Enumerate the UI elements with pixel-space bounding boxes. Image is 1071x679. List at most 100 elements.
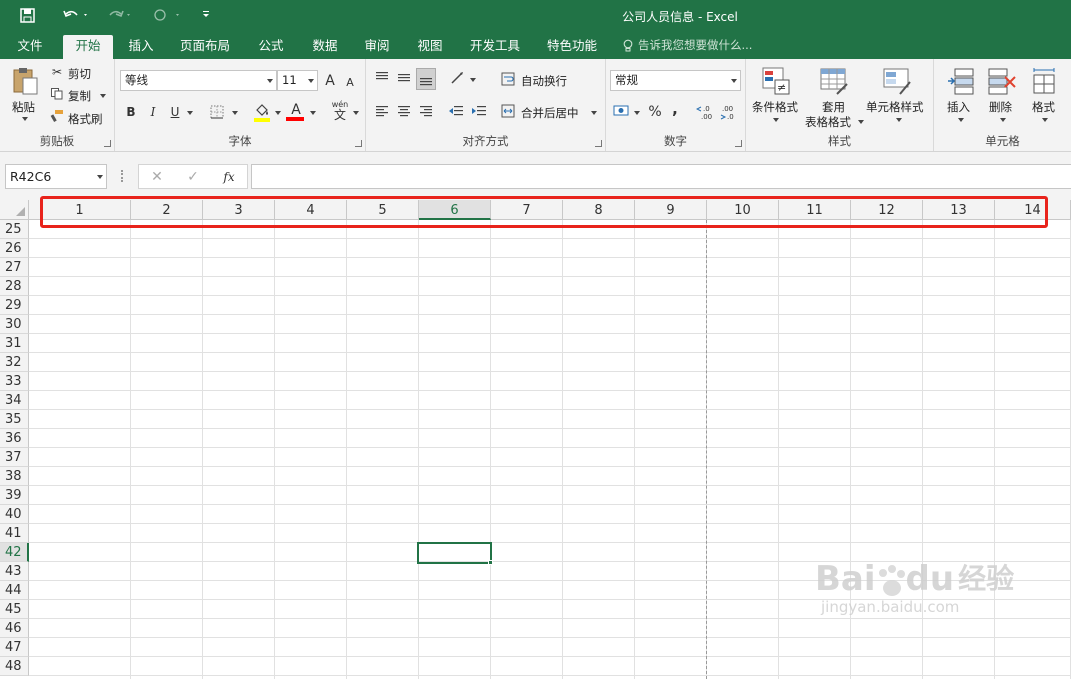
column-header-2[interactable]: 2 [131,200,203,220]
column-header-4[interactable]: 4 [275,200,347,220]
merge-dropdown-icon[interactable] [591,111,597,115]
select-all-button[interactable] [0,200,29,220]
resize-grip-icon[interactable] [121,170,123,182]
phonetic-dropdown-icon[interactable] [353,111,359,115]
tab-view[interactable]: 视图 [407,35,453,59]
format-painter-button[interactable]: 格式刷 [68,111,103,127]
align-left-icon[interactable] [373,102,391,120]
tell-me-search[interactable]: 告诉我您想要做什么... [623,37,752,53]
undo-icon[interactable] [58,5,94,25]
row-header-27[interactable]: 27 [0,258,29,277]
tab-home[interactable]: 开始 [63,35,113,59]
align-top-icon[interactable] [373,68,391,86]
column-header-3[interactable]: 3 [203,200,275,220]
touch-mode-icon[interactable] [150,5,184,25]
formula-input[interactable] [251,164,1071,189]
row-header-42[interactable]: 42 [0,543,29,562]
customize-icon[interactable] [198,5,214,25]
alignment-launcher-icon[interactable] [595,140,602,147]
copy-dropdown-icon[interactable] [100,94,106,98]
row-header-41[interactable]: 41 [0,524,29,543]
row-header-45[interactable]: 45 [0,600,29,619]
column-header-9[interactable]: 9 [635,200,707,220]
align-middle-icon[interactable] [395,68,413,86]
font-launcher-icon[interactable] [355,140,362,147]
underline-dropdown-icon[interactable] [187,111,193,115]
tab-file[interactable]: 文件 [8,35,52,59]
column-header-8[interactable]: 8 [563,200,635,220]
fill-color-icon[interactable] [252,101,272,123]
cell-styles-dropdown-icon[interactable] [896,118,902,122]
row-header-44[interactable]: 44 [0,581,29,600]
cut-button[interactable]: 剪切 [68,66,91,82]
conditional-dropdown-icon[interactable] [773,118,779,122]
delete-cells-button[interactable]: 删除 [989,99,1012,115]
row-header-37[interactable]: 37 [0,448,29,467]
cell-styles-button[interactable]: 单元格样式 [866,99,924,115]
insert-function-icon[interactable]: fx [219,167,239,187]
enter-icon[interactable]: ✓ [184,167,202,187]
paste-dropdown-icon[interactable] [22,117,28,121]
row-header-43[interactable]: 43 [0,562,29,581]
row-header-38[interactable]: 38 [0,467,29,486]
column-header-14[interactable]: 14 [995,200,1071,220]
format-cells-button[interactable]: 格式 [1032,99,1055,115]
font-size-select[interactable]: 11 [277,70,318,91]
row-header-39[interactable]: 39 [0,486,29,505]
row-header-34[interactable]: 34 [0,391,29,410]
cancel-icon[interactable]: ✕ [148,167,166,187]
row-header-30[interactable]: 30 [0,315,29,334]
borders-dropdown-icon[interactable] [232,111,238,115]
row-header-29[interactable]: 29 [0,296,29,315]
row-header-28[interactable]: 28 [0,277,29,296]
format-table-dropdown-icon[interactable] [858,120,864,124]
italic-button[interactable]: I [144,102,162,122]
row-header-40[interactable]: 40 [0,505,29,524]
name-box[interactable]: R42C6 [5,164,107,189]
merge-center-button[interactable]: 合并后居中 [521,105,579,121]
font-name-select[interactable]: 等线 [120,70,277,91]
save-icon[interactable] [14,5,40,25]
row-header-33[interactable]: 33 [0,372,29,391]
tab-insert[interactable]: 插入 [118,35,164,59]
paste-button[interactable]: 粘贴 [12,99,35,115]
shrink-font-button[interactable]: A [343,73,357,91]
paste-icon[interactable] [10,65,40,97]
redo-icon[interactable] [104,5,138,25]
accounting-format-icon[interactable] [612,102,632,120]
underline-button[interactable]: U [166,102,184,122]
clipboard-launcher-icon[interactable] [104,140,111,147]
percent-style-button[interactable]: % [646,102,664,122]
format-dropdown-icon[interactable] [1042,118,1048,122]
insert-dropdown-icon[interactable] [958,118,964,122]
bold-button[interactable]: B [122,102,140,122]
row-header-35[interactable]: 35 [0,410,29,429]
column-header-11[interactable]: 11 [779,200,851,220]
fill-color-dropdown-icon[interactable] [275,111,281,115]
comma-style-button[interactable]: , [668,99,682,119]
column-header-5[interactable]: 5 [347,200,419,220]
active-cell[interactable] [417,542,492,564]
tab-data[interactable]: 数据 [302,35,348,59]
row-header-48[interactable]: 48 [0,657,29,676]
align-right-icon[interactable] [417,102,435,120]
phonetic-guide-button[interactable]: wén 文 [330,100,350,122]
column-header-13[interactable]: 13 [923,200,995,220]
tab-formulas[interactable]: 公式 [248,35,294,59]
orientation-dropdown-icon[interactable] [470,78,476,82]
tab-page-layout[interactable]: 页面布局 [172,35,238,59]
row-header-46[interactable]: 46 [0,619,29,638]
copy-button[interactable]: 复制 [68,88,91,104]
column-header-1[interactable]: 1 [29,200,131,220]
tab-developer[interactable]: 开发工具 [462,35,528,59]
column-header-6[interactable]: 6 [419,200,491,220]
row-header-26[interactable]: 26 [0,239,29,258]
decrease-decimal-icon[interactable]: .00.0 [720,103,740,121]
column-header-10[interactable]: 10 [707,200,779,220]
borders-icon[interactable] [209,104,225,120]
row-header-25[interactable]: 25 [0,220,29,239]
font-color-dropdown-icon[interactable] [310,111,316,115]
tab-special-features[interactable]: 特色功能 [538,35,606,59]
format-as-table-line1[interactable]: 套用 [822,99,845,115]
column-header-12[interactable]: 12 [851,200,923,220]
